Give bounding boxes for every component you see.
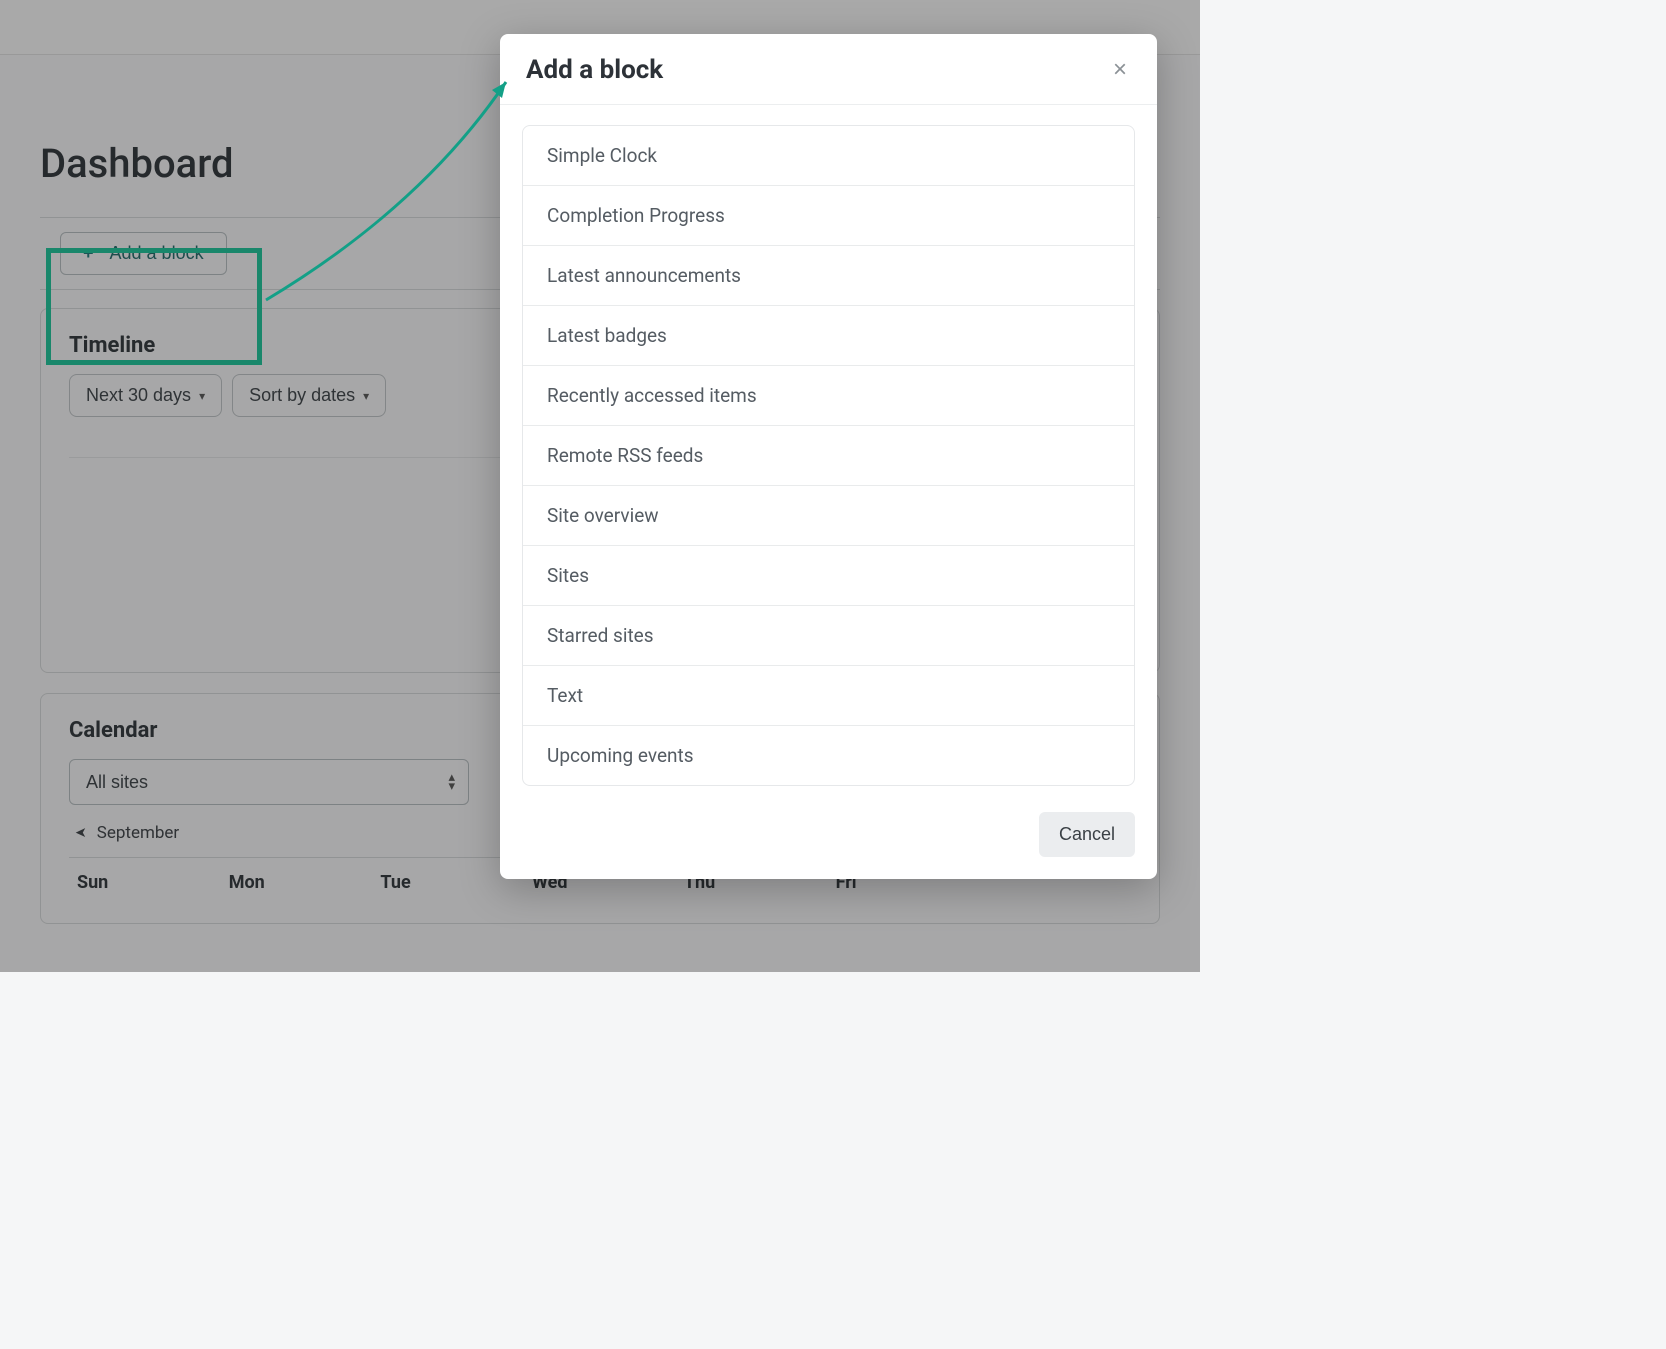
block-option-upcoming-events[interactable]: Upcoming events xyxy=(523,726,1134,785)
modal-cancel-button[interactable]: Cancel xyxy=(1039,812,1135,857)
modal-header: Add a block × xyxy=(500,34,1157,105)
block-list: Simple Clock Completion Progress Latest … xyxy=(522,125,1135,786)
block-option-starred-sites[interactable]: Starred sites xyxy=(523,606,1134,666)
close-icon: × xyxy=(1113,56,1127,83)
modal-title: Add a block xyxy=(526,55,663,85)
block-option-latest-badges[interactable]: Latest badges xyxy=(523,306,1134,366)
block-option-remote-rss[interactable]: Remote RSS feeds xyxy=(523,426,1134,486)
block-option-simple-clock[interactable]: Simple Clock xyxy=(523,126,1134,186)
block-option-site-overview[interactable]: Site overview xyxy=(523,486,1134,546)
block-option-recently-accessed[interactable]: Recently accessed items xyxy=(523,366,1134,426)
add-block-modal: Add a block × Simple Clock Completion Pr… xyxy=(500,34,1157,879)
block-option-latest-announcements[interactable]: Latest announcements xyxy=(523,246,1134,306)
block-option-text[interactable]: Text xyxy=(523,666,1134,726)
block-option-sites[interactable]: Sites xyxy=(523,546,1134,606)
block-option-completion-progress[interactable]: Completion Progress xyxy=(523,186,1134,246)
modal-close-button[interactable]: × xyxy=(1109,54,1131,86)
